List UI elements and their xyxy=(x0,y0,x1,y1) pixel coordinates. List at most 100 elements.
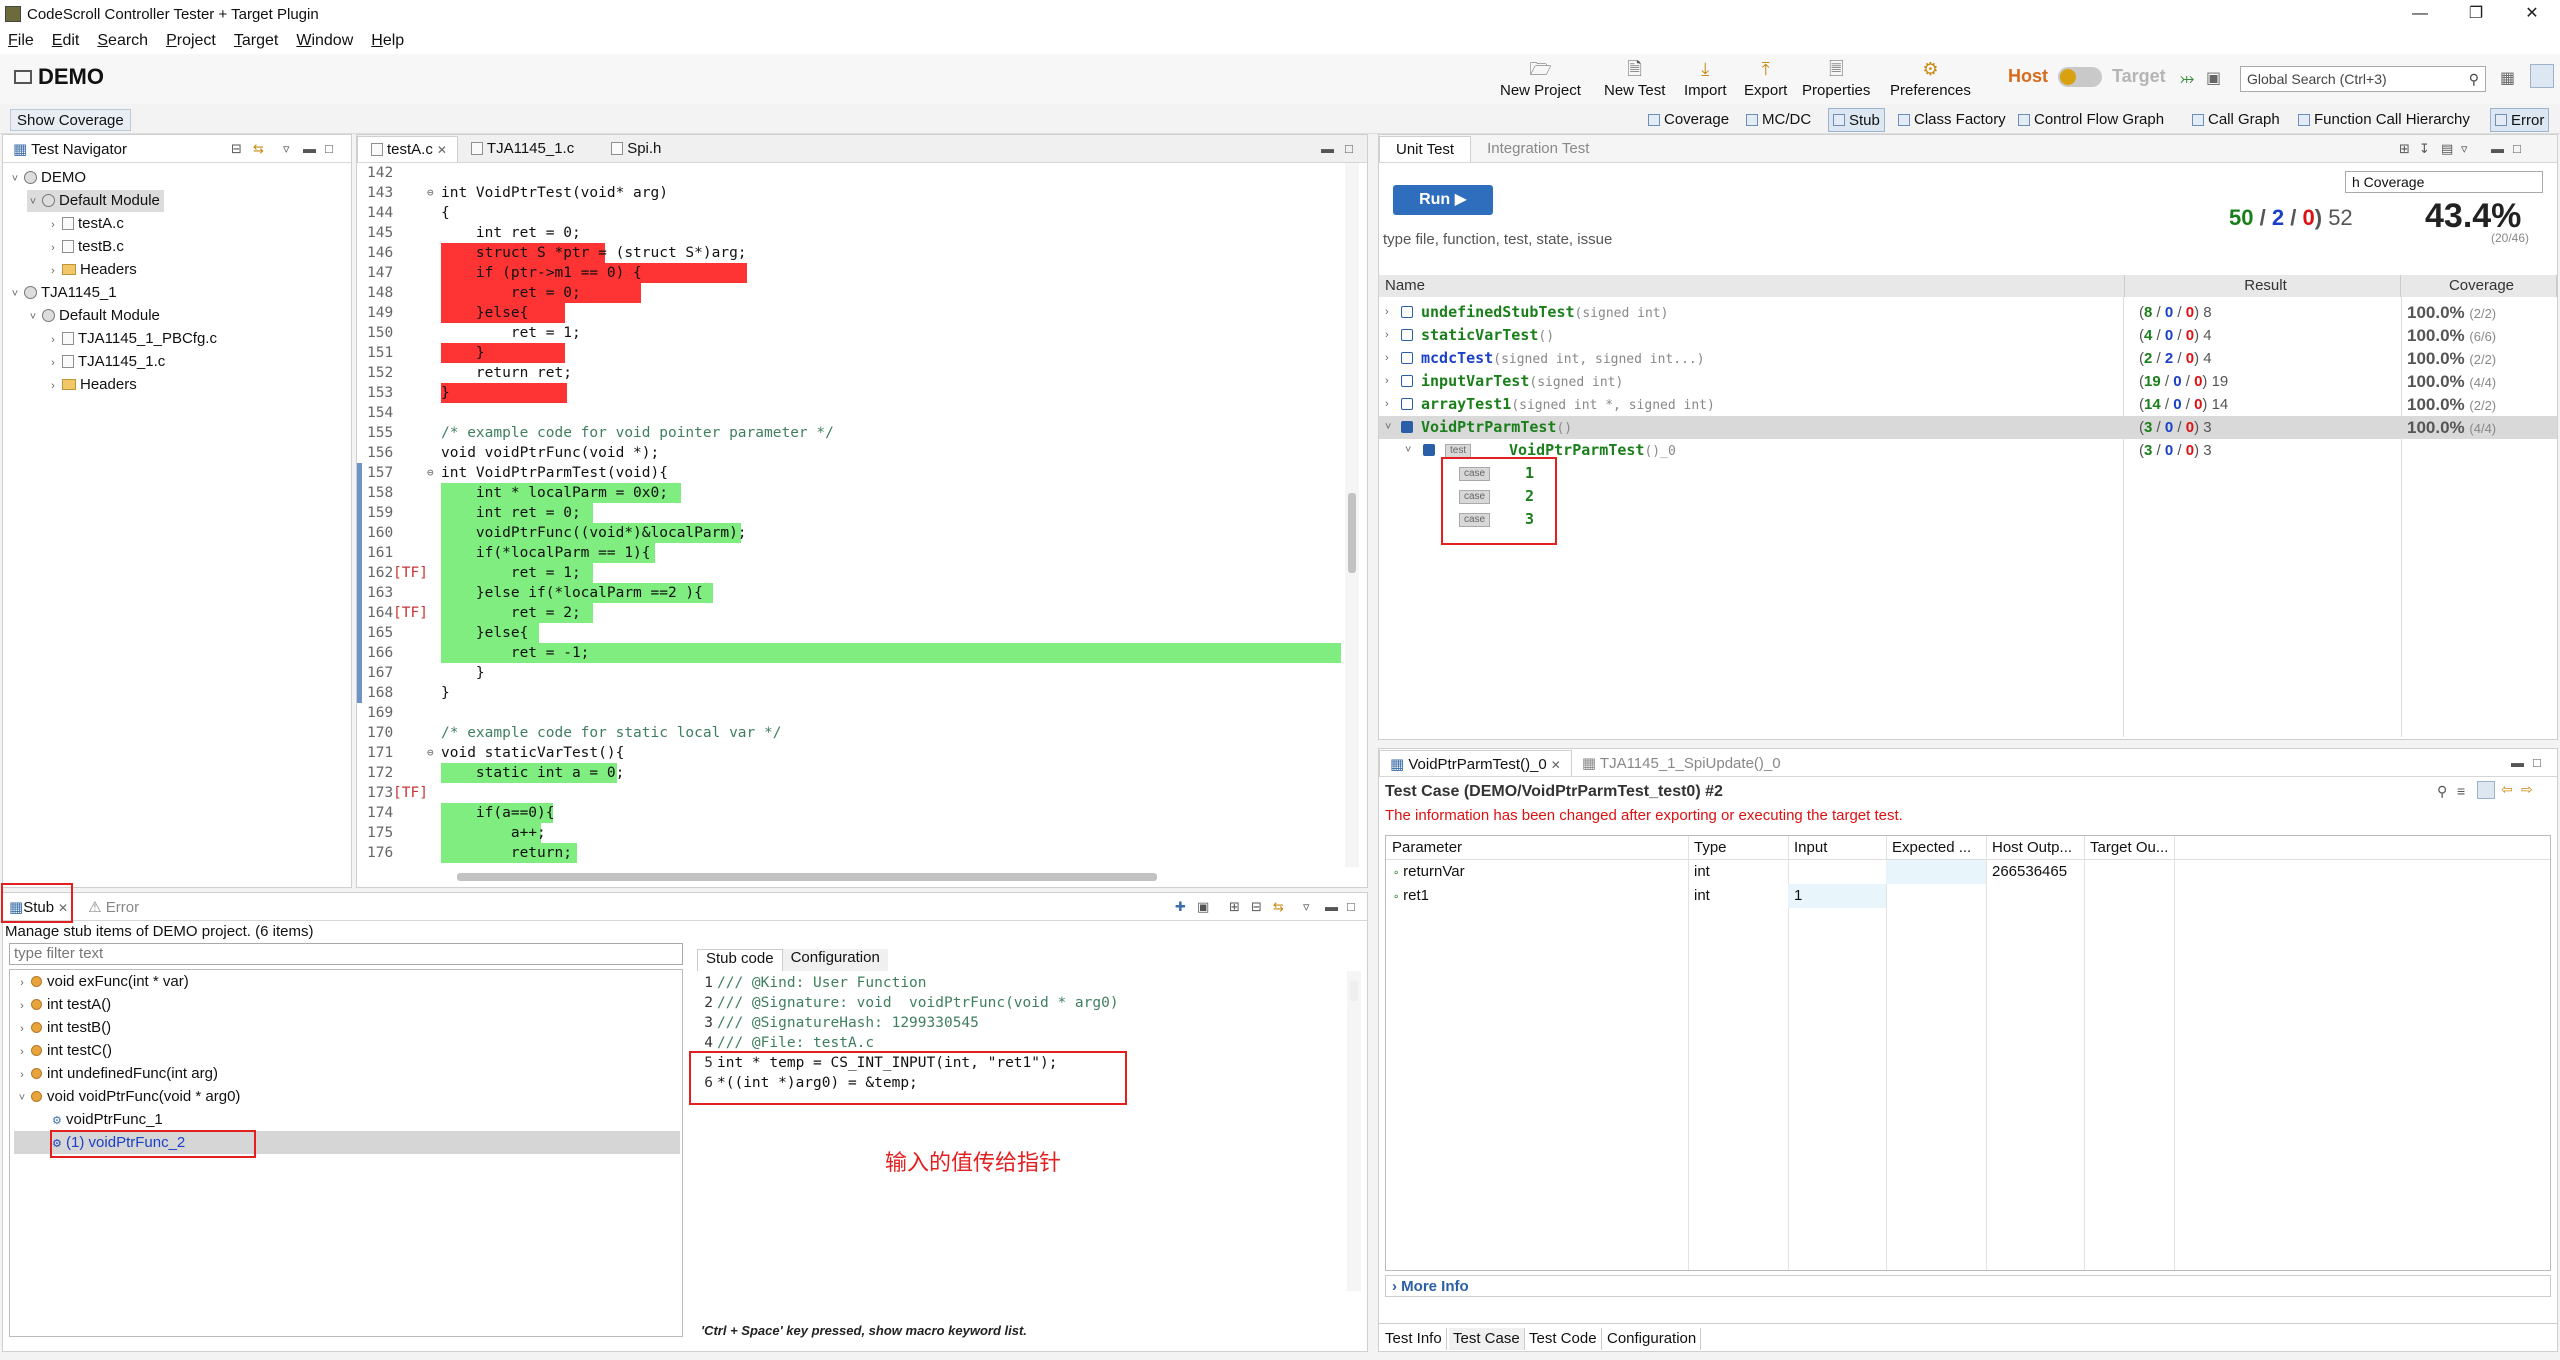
collapse-icon[interactable]: ⊟ xyxy=(1251,899,1262,915)
view-coverage[interactable]: Coverage xyxy=(1648,111,1729,128)
code-area[interactable]: 142 143 144 145 146 147 148 149 150 151 152 153 154 1… xyxy=(357,163,1367,867)
link-icon[interactable]: ⇆ xyxy=(1273,899,1284,915)
tab-unit-test[interactable]: Unit Test xyxy=(1379,136,1472,162)
tab-test-code[interactable]: Test Code xyxy=(1525,1328,1602,1350)
export-icon[interactable]: ↧ xyxy=(2419,141,2430,157)
tab-error[interactable]: ⚠ Error xyxy=(78,894,149,920)
monitor-icon[interactable]: ▣ xyxy=(2206,68,2221,88)
test-checkbox[interactable] xyxy=(1401,421,1413,433)
tree-view-toggle[interactable] xyxy=(2477,781,2495,799)
chevron-down-icon[interactable]: ˅ xyxy=(9,283,21,305)
maximize-button[interactable]: ❐ xyxy=(2448,0,2504,28)
tab-integration-test[interactable]: Integration Test xyxy=(1471,136,1605,162)
test-checkbox[interactable] xyxy=(1401,398,1413,410)
run-button[interactable]: Run ▶ xyxy=(1393,185,1493,215)
menu-help[interactable]: Help xyxy=(371,32,404,50)
close-icon[interactable]: ✕ xyxy=(1551,758,1561,772)
chevron-right-icon[interactable]: › xyxy=(47,214,59,236)
column-target-output[interactable]: Target Ou... xyxy=(2084,836,2174,860)
back-icon[interactable]: ⇦ xyxy=(2501,781,2513,798)
stub-item[interactable]: › int testB() xyxy=(16,1016,111,1039)
report-icon[interactable]: ▤ xyxy=(2441,141,2453,157)
tree-item-testb[interactable]: › testB.c xyxy=(47,236,124,258)
fold-icon[interactable]: ⊖ xyxy=(427,183,434,203)
menu-file[interactable]: File xyxy=(8,32,34,50)
column-name[interactable]: Name xyxy=(1379,275,2125,297)
column-expected[interactable]: Expected ... xyxy=(1886,836,1986,860)
view-menu-icon[interactable]: ▿ xyxy=(1303,899,1310,915)
stub-item[interactable]: › int testC() xyxy=(16,1039,112,1062)
view-class-factory[interactable]: Class Factory xyxy=(1898,111,2006,128)
forward-icon[interactable]: ⇨ xyxy=(2521,781,2533,798)
minimize-icon[interactable]: ▬ xyxy=(1325,899,1338,914)
chevron-right-icon[interactable]: › xyxy=(16,972,28,995)
chevron-down-icon[interactable]: ˅ xyxy=(16,1087,28,1110)
save-icon[interactable]: ▣ xyxy=(1197,899,1209,915)
maximize-icon[interactable]: □ xyxy=(2513,141,2521,156)
stub-item[interactable]: › int undefinedFunc(int arg) xyxy=(16,1062,218,1085)
editor-horizontal-scrollbar[interactable] xyxy=(457,873,1157,881)
menu-search[interactable]: Search xyxy=(97,32,148,50)
minimize-icon[interactable]: ▬ xyxy=(1321,141,1334,156)
test-row[interactable]: › staticVarTest() (4 / 0 / 0) 4 100.0% (6/6… xyxy=(1379,324,2557,347)
column-coverage[interactable]: Coverage xyxy=(2401,275,2557,297)
fold-icon[interactable]: ⊖ xyxy=(427,463,434,483)
tab-test-info[interactable]: Test Info xyxy=(1381,1328,1447,1350)
editor-vertical-scrollbar[interactable] xyxy=(1345,163,1359,867)
column-result[interactable]: Result xyxy=(2125,275,2401,297)
stub-item[interactable]: › void exFunc(int * var) xyxy=(16,970,189,993)
stub-item[interactable]: ˅ void voidPtrFunc(void * arg0) xyxy=(16,1085,241,1110)
test-row[interactable]: › inputVarTest(signed int) (19 / 0 / 0) 19… xyxy=(1379,370,2557,393)
column-input[interactable]: Input xyxy=(1788,836,1886,860)
tree-item-demo[interactable]: ˅ DEMO xyxy=(9,167,86,189)
tab-testa-c[interactable]: testA.c ✕ xyxy=(357,136,458,162)
list-icon[interactable]: ≡ xyxy=(2457,783,2465,799)
properties-button[interactable]: 🗏 Properties xyxy=(1802,58,1870,99)
stub-code-vertical-scrollbar[interactable] xyxy=(1347,971,1361,1291)
view-stub[interactable]: Stub xyxy=(1828,108,1885,132)
tree-item-tja1145[interactable]: ˅ TJA1145_1 xyxy=(9,282,117,304)
tab-spi-h[interactable]: Spi.h xyxy=(598,136,671,162)
maximize-icon[interactable]: □ xyxy=(325,141,333,156)
chevron-right-icon[interactable]: › xyxy=(16,1018,28,1041)
maximize-icon[interactable]: □ xyxy=(2533,755,2541,770)
new-test-button[interactable]: 🗎 New Test xyxy=(1604,58,1665,99)
view-mcdc[interactable]: MC/DC xyxy=(1746,111,1811,128)
filter-icon[interactable]: ⤔ xyxy=(2180,68,2194,89)
column-type[interactable]: Type xyxy=(1688,836,1788,860)
close-icon[interactable]: ✕ xyxy=(437,143,447,157)
chevron-right-icon[interactable]: › xyxy=(1385,301,1389,324)
chevron-right-icon[interactable]: › xyxy=(47,352,59,374)
column-host-output[interactable]: Host Outp... xyxy=(1986,836,2084,860)
tab-tja1145-spiupdate[interactable]: ▦ TJA1145_1_SpiUpdate()_0 xyxy=(1572,750,1791,776)
minimize-icon[interactable]: ▬ xyxy=(2491,141,2504,156)
tab-test-case[interactable]: Test Case xyxy=(1449,1328,1525,1350)
chevron-right-icon[interactable]: › xyxy=(16,1064,28,1087)
coverage-type-select[interactable]: h Coverage xyxy=(2345,171,2543,193)
view-call-graph[interactable]: Call Graph xyxy=(2192,111,2280,128)
chevron-right-icon[interactable]: › xyxy=(1385,347,1389,370)
test-row[interactable]: › mcdcTest(signed int, signed int...) (2 /… xyxy=(1379,347,2557,370)
chevron-right-icon[interactable]: › xyxy=(16,995,28,1018)
minimize-button[interactable]: — xyxy=(2392,0,2448,28)
tab-stub-configuration[interactable]: Configuration xyxy=(782,949,888,971)
view-error[interactable]: Error xyxy=(2490,108,2550,132)
preferences-button[interactable]: ⚙ Preferences xyxy=(1890,58,1971,99)
tab-voidptrparmtest[interactable]: ▦ VoidPtrParmTest()_0 ✕ xyxy=(1379,750,1572,776)
tab-stub-code[interactable]: Stub code xyxy=(697,949,783,971)
stub-code-editor[interactable]: 1/// @Kind: User Function 2/// @Signature… xyxy=(689,971,1367,1313)
chevron-right-icon[interactable]: › xyxy=(1385,393,1389,416)
stub-item[interactable]: › int testA() xyxy=(16,993,111,1016)
expand-icon[interactable]: ⊞ xyxy=(1229,899,1240,915)
test-row[interactable]: › undefinedStubTest(signed int) (8 / 0 / 0… xyxy=(1379,301,2557,324)
menu-target[interactable]: Target xyxy=(234,32,278,50)
minimize-icon[interactable]: ▬ xyxy=(2511,755,2524,770)
chevron-right-icon[interactable]: › xyxy=(47,260,59,282)
test-row[interactable]: ˅ VoidPtrParmTest() (3 / 0 / 0) 3 100.0% (4… xyxy=(1379,416,2557,439)
test-checkbox[interactable] xyxy=(1423,444,1435,456)
menu-window[interactable]: Window xyxy=(296,32,353,50)
close-button[interactable]: ✕ xyxy=(2504,0,2560,28)
search-icon[interactable]: ⚲ xyxy=(2437,783,2447,800)
stub-filter-input[interactable]: type filter text xyxy=(9,943,683,965)
tree-icon[interactable]: ⊞ xyxy=(2399,141,2410,157)
